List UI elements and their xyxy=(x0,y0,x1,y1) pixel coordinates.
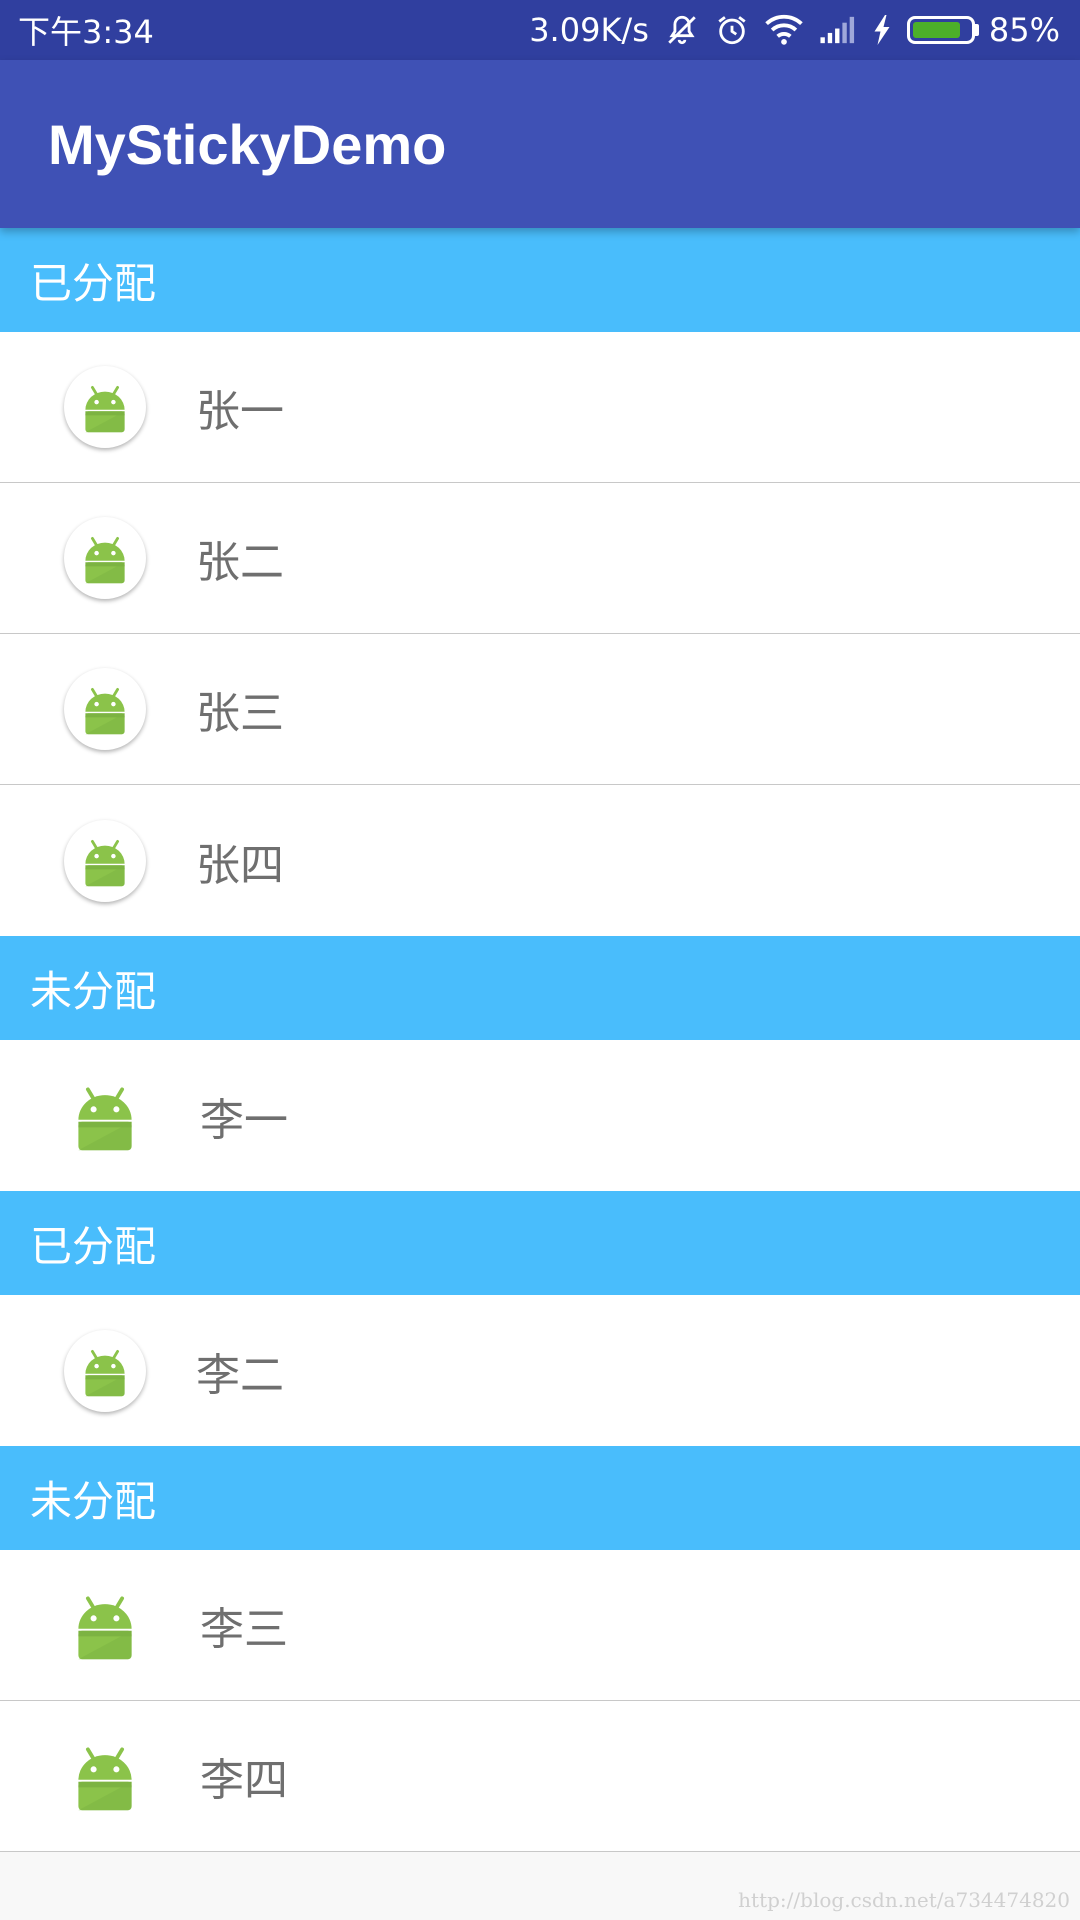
android-round-icon xyxy=(64,668,146,750)
item-name: 李三 xyxy=(200,1604,288,1655)
item-name: 张四 xyxy=(196,839,284,891)
list-item[interactable]: 李三 xyxy=(0,1550,1080,1701)
item-name: 李二 xyxy=(196,1349,284,1401)
status-icons: 3.09K/s 85% xyxy=(513,11,1060,49)
list-item[interactable]: 李一 xyxy=(0,1040,1080,1191)
list-item[interactable]: 张四 xyxy=(0,785,1080,936)
android-round-icon xyxy=(64,819,146,902)
status-time: 下午3:34 xyxy=(18,13,154,51)
list-item[interactable]: 李二 xyxy=(0,1295,1080,1446)
network-speed: 3.09K/s xyxy=(529,11,649,49)
signal-icon xyxy=(819,15,857,45)
android-icon xyxy=(60,1731,150,1821)
item-name: 张三 xyxy=(196,688,284,739)
status-bar: 下午3:34 3.09K/s 85% xyxy=(0,0,1080,60)
battery-icon xyxy=(906,16,979,44)
alarm-icon xyxy=(715,13,749,47)
mute-bell-icon xyxy=(665,13,699,47)
section-header: 已分配 xyxy=(0,1191,1080,1295)
android-round-icon xyxy=(64,1329,146,1412)
android-round-icon xyxy=(64,517,146,599)
list-item[interactable]: 李四 xyxy=(0,1701,1080,1852)
item-name: 张一 xyxy=(196,386,284,437)
wifi-icon xyxy=(765,13,803,47)
section-header: 已分配 xyxy=(0,228,1080,332)
android-icon xyxy=(60,1071,150,1161)
section-header: 未分配 xyxy=(0,1446,1080,1550)
sticky-list[interactable]: 已分配 张一 张二 张三 张四 未分配 李一 已分配 李二 未分配 李三 李四 xyxy=(0,228,1080,1852)
item-name: 张二 xyxy=(196,537,284,588)
app-title: MyStickyDemo xyxy=(48,112,447,176)
android-icon xyxy=(60,1580,150,1670)
item-name: 李一 xyxy=(200,1094,288,1146)
battery-level-fill xyxy=(912,22,961,38)
list-item[interactable]: 张二 xyxy=(0,483,1080,634)
item-name: 李四 xyxy=(200,1755,288,1806)
watermark: http://blog.csdn.net/a734474820 xyxy=(738,1888,1070,1912)
charging-icon xyxy=(873,15,891,45)
list-item[interactable]: 张三 xyxy=(0,634,1080,785)
list-item[interactable]: 张一 xyxy=(0,332,1080,483)
section-header: 未分配 xyxy=(0,936,1080,1040)
battery-percent: 85% xyxy=(988,11,1060,49)
android-round-icon xyxy=(64,366,146,448)
app-bar: MyStickyDemo xyxy=(0,60,1080,228)
